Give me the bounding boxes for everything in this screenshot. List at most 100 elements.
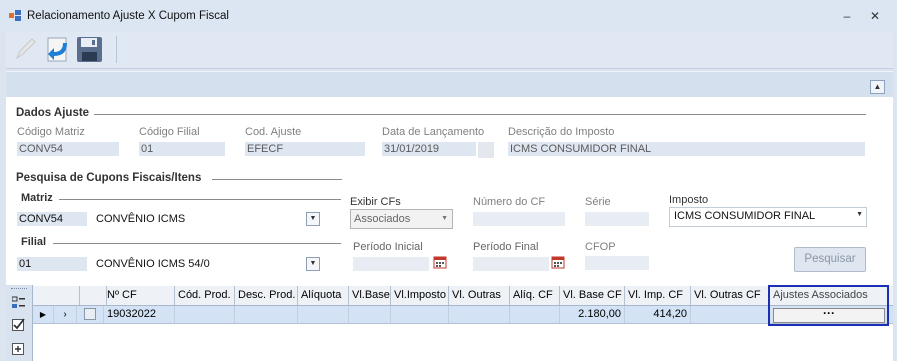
data-lancamento-field: 31/01/2019 [382, 142, 476, 156]
descricao-imposto-label: Descrição do Imposto [508, 126, 615, 138]
codigo-filial-field: 01 [139, 142, 225, 156]
header-cell [77, 286, 107, 305]
ajustes-associados-highlight: ··· [768, 285, 889, 326]
matriz-name: CONVÊNIO ICMS [96, 213, 186, 225]
form-panel: Dados Ajuste Código Matriz CONV54 Código… [6, 97, 893, 285]
toolbar-separator [116, 36, 117, 63]
imposto-label: Imposto [669, 194, 709, 206]
collapse-button[interactable]: ▲ [870, 80, 885, 94]
divider [212, 179, 342, 180]
column-header[interactable]: Cód. Prod. [175, 286, 235, 305]
table-cell [391, 306, 449, 323]
column-header[interactable]: Vl.Imposto [391, 286, 449, 305]
filial-combo[interactable]: CONVÊNIO ICMS 54/0 [96, 256, 316, 272]
column-header[interactable]: Nº CF [104, 286, 175, 305]
descricao-imposto-field: ICMS CONSUMIDOR FINAL [508, 142, 865, 156]
codigo-matriz-field: CONV54 [17, 142, 119, 156]
exibir-cfs-label: Exibir CFs [350, 196, 401, 208]
row-checkbox[interactable] [84, 308, 96, 320]
pesquisar-button[interactable]: Pesquisar [794, 247, 866, 272]
row-indicator-icon: ▶ [33, 306, 54, 323]
column-header[interactable]: Alíq. CF [510, 286, 560, 305]
numero-cf-field[interactable] [473, 212, 565, 226]
return-icon [47, 37, 67, 62]
imposto-value: ICMS CONSUMIDOR FINAL [674, 210, 816, 222]
codigo-filial-label: Código Filial [139, 126, 200, 138]
matriz-combo[interactable]: CONVÊNIO ICMS [96, 211, 316, 227]
edit-button[interactable] [10, 34, 40, 65]
calendar-icon[interactable] [433, 255, 447, 269]
column-header[interactable]: Alíquota [298, 286, 349, 305]
periodo-inicial-field[interactable] [353, 257, 429, 271]
cfop-label: CFOP [585, 241, 616, 253]
dados-ajuste-title: Dados Ajuste [16, 107, 90, 119]
column-chooser-icon[interactable] [12, 296, 25, 309]
table-cell [691, 306, 770, 323]
cfop-field[interactable] [585, 256, 649, 270]
checkbox-icon[interactable] [12, 318, 25, 331]
serie-field[interactable] [585, 212, 649, 226]
periodo-final-label: Período Final [473, 241, 539, 253]
vl-base-cf-cell: 2.180,00 [560, 306, 625, 323]
toolbar [6, 32, 893, 69]
header-cell [33, 286, 80, 305]
filter-panel-header: ▲ [6, 71, 893, 98]
filial-title: Filial [21, 236, 47, 248]
periodo-final-field[interactable] [473, 257, 549, 271]
column-header[interactable]: Vl.Base [349, 286, 391, 305]
table-cell [449, 306, 510, 323]
return-button[interactable] [42, 34, 72, 65]
minimize-button[interactable]: ‒ [838, 8, 856, 24]
matriz-title: Matriz [21, 192, 53, 204]
expand-icon[interactable] [12, 343, 25, 356]
save-button[interactable] [74, 34, 104, 65]
numero-cf-label: Número do CF [473, 196, 546, 208]
expand-row-icon[interactable]: › [54, 306, 77, 323]
divider [94, 114, 866, 115]
chevron-down-icon: ▼ [856, 211, 863, 218]
calendar-icon[interactable] [551, 255, 565, 269]
divider [59, 199, 341, 200]
chevron-down-icon: ▼ [441, 215, 448, 222]
imposto-combo[interactable]: ICMS CONSUMIDOR FINAL ▼ [669, 207, 867, 227]
table-row[interactable]: ▶ › 19032022 2.180,00 414,20 [33, 306, 893, 324]
title-bar: Relacionamento Ajuste X Cupom Fiscal ‒ ✕ [0, 0, 897, 32]
calendar-button[interactable] [478, 142, 494, 158]
chevron-up-icon: ▲ [873, 82, 882, 91]
column-header[interactable]: Vl. Outras [449, 286, 510, 305]
ajustes-associados-button[interactable]: ··· [773, 307, 885, 323]
filial-name: CONVÊNIO ICMS 54/0 [96, 258, 210, 270]
table-cell [510, 306, 560, 323]
app-icon [9, 10, 21, 21]
chevron-down-icon[interactable]: ▼ [306, 212, 320, 226]
data-lancamento-label: Data de Lançamento [382, 126, 485, 138]
column-header[interactable]: Vl. Outras CF [691, 286, 770, 305]
filial-code-field[interactable]: 01 [17, 257, 87, 271]
pesquisa-title: Pesquisa de Cupons Fiscais/Itens [16, 172, 202, 184]
periodo-inicial-label: Período Inicial [353, 241, 423, 253]
grid-side-toolbar [6, 285, 33, 361]
exibir-cfs-dropdown[interactable]: Associados ▼ [350, 209, 453, 229]
matriz-code-field[interactable]: CONV54 [17, 212, 87, 226]
codigo-matriz-label: Código Matriz [17, 126, 85, 138]
exibir-cfs-value: Associados [354, 213, 411, 225]
grip-icon [11, 288, 27, 291]
window-title: Relacionamento Ajuste X Cupom Fiscal [27, 10, 229, 22]
column-header[interactable]: Vl. Imp. CF [625, 286, 691, 305]
row-select-cell[interactable] [77, 306, 104, 323]
nro-cf-cell: 19032022 [104, 306, 175, 323]
table-cell [235, 306, 298, 323]
vl-imp-cf-cell: 414,20 [625, 306, 691, 323]
results-grid: Nº CF Cód. Prod. Desc. Prod. Alíquota Vl… [6, 285, 893, 361]
serie-label: Série [585, 196, 611, 208]
column-header[interactable]: Desc. Prod. [235, 286, 298, 305]
table-cell [349, 306, 391, 323]
divider [53, 243, 341, 244]
chevron-down-icon[interactable]: ▼ [306, 257, 320, 271]
save-icon [77, 37, 102, 62]
column-header[interactable]: Vl. Base CF [560, 286, 625, 305]
grid-header: Nº CF Cód. Prod. Desc. Prod. Alíquota Vl… [33, 286, 893, 306]
close-button[interactable]: ✕ [866, 8, 884, 24]
table-cell [175, 306, 235, 323]
edit-icon [15, 38, 36, 60]
